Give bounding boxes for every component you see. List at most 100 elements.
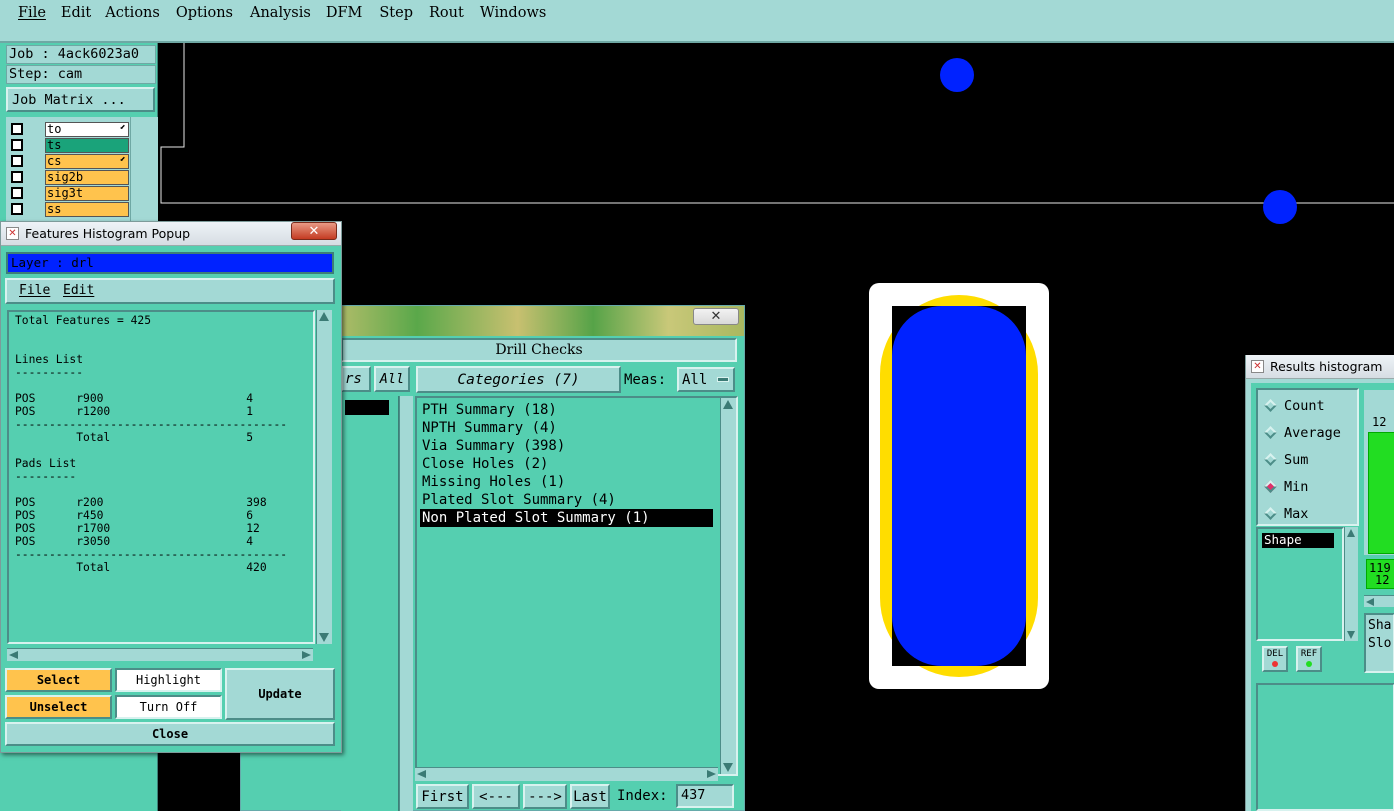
turn-off-button[interactable]: Turn Off	[115, 695, 222, 719]
category-item[interactable]: Close Holes (2)	[420, 455, 713, 473]
features-popup-titlebar[interactable]: ✕ Features Histogram Popup	[1, 222, 341, 246]
layer-row[interactable]: sig3t	[8, 185, 130, 201]
layer-name[interactable]: ts	[45, 137, 129, 153]
scroll-left-icon[interactable]	[1366, 598, 1374, 606]
category-item[interactable]: Plated Slot Summary (4)	[420, 491, 713, 509]
report-hscroll[interactable]	[7, 648, 313, 661]
layer-checkbox[interactable]	[11, 171, 23, 183]
scroll-up-icon[interactable]	[319, 312, 329, 321]
left-list-header[interactable]: rs	[341, 366, 371, 392]
left-list-scrollbar[interactable]	[399, 396, 413, 811]
scroll-up-icon[interactable]	[1347, 529, 1355, 537]
menu-windows[interactable]: Windows	[480, 5, 547, 21]
layer-list-scrollbar[interactable]	[130, 117, 158, 227]
histogram-bar[interactable]	[1368, 432, 1394, 554]
layer-checkbox[interactable]	[11, 123, 23, 135]
scroll-down-icon[interactable]	[723, 763, 733, 772]
scroll-right-icon[interactable]	[707, 770, 716, 778]
menu-step[interactable]: Step	[379, 5, 413, 21]
all-button[interactable]: All	[374, 366, 410, 392]
categories-vscroll[interactable]	[720, 398, 736, 774]
scroll-down-icon[interactable]	[319, 633, 329, 642]
layer-name[interactable]: cs	[45, 153, 129, 169]
scroll-down-icon[interactable]	[1347, 631, 1355, 639]
unselect-button[interactable]: Unselect	[5, 695, 112, 719]
aggregate-option[interactable]: Max	[1260, 500, 1341, 527]
scroll-left-icon[interactable]	[417, 770, 426, 778]
del-label: DEL	[1266, 649, 1284, 659]
close-button[interactable]: Close	[5, 722, 335, 746]
aggregate-option-label: Sum	[1284, 451, 1309, 468]
meas-dropdown[interactable]: All	[677, 367, 735, 392]
category-item[interactable]: Non Plated Slot Summary (1)	[420, 509, 713, 527]
category-item[interactable]: Via Summary (398)	[420, 437, 713, 455]
layer-name[interactable]: sig3t	[45, 185, 129, 201]
scroll-left-icon[interactable]	[9, 651, 18, 659]
layer-row[interactable]: to ⬋	[8, 121, 130, 137]
job-matrix-button[interactable]: Job Matrix ...	[6, 87, 155, 112]
radio-icon[interactable]	[1264, 453, 1277, 466]
popup-menu-edit[interactable]: Edit	[63, 283, 94, 298]
drill-hole-pad-2[interactable]	[1263, 190, 1297, 224]
aggregate-option[interactable]: Min	[1260, 473, 1341, 500]
menu-analysis[interactable]: Analysis	[250, 5, 311, 21]
layer-row[interactable]: ss	[8, 201, 130, 217]
layer-checkbox[interactable]	[11, 187, 23, 199]
category-item[interactable]: PTH Summary (18)	[420, 401, 713, 419]
result-list-item-shape[interactable]: Shape	[1262, 533, 1334, 548]
drill-checks-header: Drill Checks	[341, 338, 737, 362]
layer-row[interactable]: ts	[8, 137, 130, 153]
layer-checkbox[interactable]	[11, 203, 23, 215]
prev-button[interactable]: <---	[472, 784, 520, 809]
scroll-right-icon[interactable]	[302, 651, 311, 659]
first-button[interactable]: First	[416, 784, 469, 809]
last-button[interactable]: Last	[570, 784, 610, 809]
layer-name[interactable]: to	[45, 121, 129, 137]
slot-drill-feature[interactable]	[892, 306, 1026, 666]
left-list-selected-row[interactable]	[345, 400, 389, 415]
menu-dfm[interactable]: DFM	[326, 5, 363, 21]
ref-button[interactable]: REF	[1296, 646, 1322, 672]
result-list-box: Shape	[1256, 527, 1344, 641]
layer-name[interactable]: sig2b	[45, 169, 129, 185]
menu-options[interactable]: Options	[176, 5, 233, 21]
index-input[interactable]: 437	[676, 784, 734, 808]
categories-hscroll[interactable]	[415, 767, 718, 781]
layer-name[interactable]: ss	[45, 201, 129, 217]
layer-checkbox[interactable]	[11, 155, 23, 167]
layer-row[interactable]: sig2b	[8, 169, 130, 185]
next-button[interactable]: --->	[523, 784, 567, 809]
categories-header[interactable]: Categories (7)	[416, 366, 621, 393]
histogram-bar-area: 12	[1364, 390, 1394, 555]
aggregate-option[interactable]: Count	[1260, 392, 1341, 419]
close-icon[interactable]: ✕	[693, 308, 739, 325]
aggregate-option[interactable]: Average	[1260, 419, 1341, 446]
popup-menu-file[interactable]: File	[19, 283, 50, 298]
radio-icon[interactable]	[1264, 399, 1277, 412]
report-vscroll[interactable]	[316, 310, 332, 644]
aggregate-option[interactable]: Sum	[1260, 446, 1341, 473]
report-line: POS r900 4	[15, 392, 254, 405]
update-button[interactable]: Update	[225, 668, 335, 720]
menu-actions[interactable]: Actions	[105, 5, 160, 21]
menu-rout[interactable]: Rout	[429, 5, 464, 21]
menu-edit[interactable]: Edit	[61, 5, 91, 21]
layer-checkbox[interactable]	[11, 139, 23, 151]
left-list-box[interactable]	[341, 396, 399, 811]
close-icon[interactable]: ✕	[291, 222, 337, 240]
select-button[interactable]: Select	[5, 668, 112, 692]
category-item[interactable]: Missing Holes (1)	[420, 473, 713, 491]
radio-selected-icon[interactable]	[1264, 480, 1277, 493]
radio-icon[interactable]	[1264, 426, 1277, 439]
drill-hole-pad-1[interactable]	[940, 58, 974, 92]
result-list-vscroll[interactable]	[1344, 527, 1358, 641]
layer-row[interactable]: cs ⬋	[8, 153, 130, 169]
histogram-hscroll[interactable]	[1364, 595, 1394, 607]
scroll-up-icon[interactable]	[723, 400, 733, 409]
menu-file[interactable]: File	[18, 5, 46, 21]
category-item[interactable]: NPTH Summary (4)	[420, 419, 713, 437]
results-histogram-titlebar[interactable]: ✕ Results histogram	[1246, 355, 1394, 379]
highlight-button[interactable]: Highlight	[115, 668, 222, 692]
radio-icon[interactable]	[1264, 507, 1277, 520]
del-button[interactable]: DEL	[1262, 646, 1288, 672]
